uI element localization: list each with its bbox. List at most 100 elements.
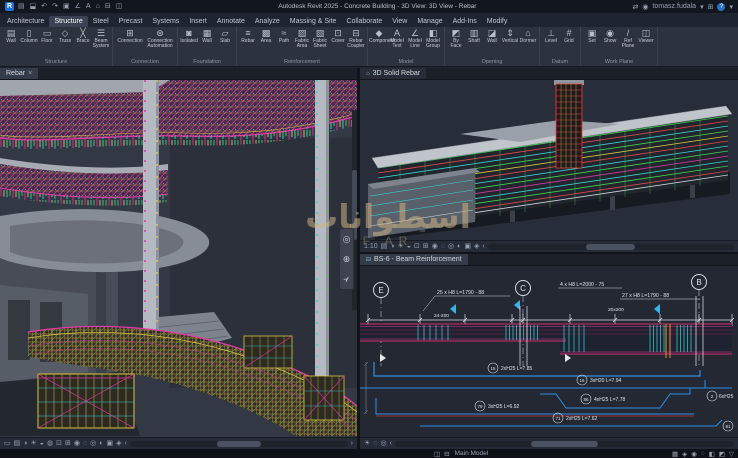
spiral-ramp-model[interactable] bbox=[0, 80, 357, 437]
section-icon[interactable]: ⊟ bbox=[105, 2, 111, 11]
grid-bubble-b[interactable]: B bbox=[696, 278, 701, 287]
analysis-icon[interactable]: ◈ bbox=[474, 243, 479, 251]
filter-icon[interactable]: ▽ bbox=[729, 450, 734, 458]
rendering-icon[interactable]: ◍ bbox=[47, 440, 53, 448]
crop-view-icon[interactable]: ⊡ bbox=[56, 440, 62, 448]
br-canvas[interactable]: E C B 25 x H8 L=1790 - 88 24-200 4 bbox=[360, 266, 738, 437]
close-icon[interactable]: × bbox=[28, 70, 32, 77]
visual-style-icon[interactable]: ◑ bbox=[23, 440, 27, 448]
ribbon-tab[interactable]: Insert bbox=[184, 16, 212, 27]
ribbon-tab[interactable]: Collaborate bbox=[341, 16, 387, 27]
left-canvas[interactable]: ◎ ⊕ ➢ bbox=[0, 80, 357, 437]
ribbon-tool[interactable]: ◙ Isolated bbox=[180, 28, 198, 44]
view-tab-3d-solid-rebar[interactable]: ⌂ 3D Solid Rebar bbox=[360, 68, 426, 79]
dim-label[interactable]: 25 x H8 L=1790 - 88 bbox=[437, 290, 484, 296]
account-name[interactable]: tomasz.fudala bbox=[653, 3, 697, 10]
help-caret-icon[interactable]: ▾ bbox=[729, 3, 733, 11]
pan-arrow-icon[interactable]: ➢ bbox=[340, 272, 353, 285]
zoom-icon[interactable]: ⊕ bbox=[343, 254, 351, 265]
reveal-hidden-icon[interactable]: ◎ bbox=[448, 243, 454, 251]
ribbon-tab[interactable]: Analyze bbox=[250, 16, 285, 27]
analysis-icon[interactable]: ◈ bbox=[116, 440, 121, 448]
ribbon-tab[interactable]: Add-Ins bbox=[448, 16, 482, 27]
ribbon-tool[interactable]: # Grid bbox=[560, 28, 578, 44]
ribbon-tool[interactable]: ◉ Show bbox=[601, 28, 619, 44]
home-view-icon[interactable]: ⌂ bbox=[96, 2, 100, 11]
default-3d-view-icon[interactable]: ◫ bbox=[116, 2, 123, 11]
ribbon-tool[interactable]: ⊞ Connection bbox=[115, 28, 145, 44]
ribbon-tab[interactable]: Steel bbox=[88, 16, 114, 27]
ribbon-tab[interactable]: Massing & Site bbox=[285, 16, 342, 27]
lock-3d-icon[interactable]: ◉ bbox=[432, 243, 438, 251]
ribbon-tool[interactable]: ▧ Fabric Sheet bbox=[311, 28, 329, 49]
reveal-hidden-icon[interactable]: ◎ bbox=[380, 440, 386, 448]
dim-label[interactable]: 27 x H8 L=1790 - 88 bbox=[622, 293, 669, 299]
crop-region-icon[interactable]: ⊞ bbox=[423, 243, 429, 251]
ribbon-tool[interactable]: A Model Text bbox=[388, 28, 406, 49]
sun-path-icon[interactable]: ☀ bbox=[364, 440, 370, 448]
shadows-icon[interactable]: ◒ bbox=[407, 243, 411, 251]
view-tab-rebar[interactable]: Rebar × bbox=[0, 68, 38, 79]
worksharing-icon[interactable]: ◐ bbox=[457, 243, 461, 251]
visual-style-icon[interactable]: ◑ bbox=[390, 243, 394, 251]
drag-on-selection-icon[interactable]: ◩ bbox=[719, 450, 725, 458]
ribbon-tool[interactable]: ⊥ Level bbox=[542, 28, 560, 44]
crop-view-icon[interactable]: ⊡ bbox=[414, 243, 420, 251]
help-icon[interactable]: ? bbox=[717, 3, 725, 11]
select-underlay-icon[interactable]: ◉ bbox=[691, 450, 697, 458]
ribbon-tool[interactable]: ◪ Wall bbox=[483, 28, 501, 44]
ribbon-tool[interactable]: ▱ Slab bbox=[216, 28, 234, 44]
ribbon-tab[interactable]: Precast bbox=[114, 16, 148, 27]
worksharing-icon[interactable]: ◐ bbox=[99, 440, 103, 448]
dim-label[interactable]: 4 x H8 L=2000 - 75 bbox=[560, 282, 604, 288]
ribbon-tool[interactable]: ◩ By Face bbox=[447, 28, 465, 49]
ribbon-tool[interactable]: ▦ Wall bbox=[198, 28, 216, 44]
redo-icon[interactable]: ↷ bbox=[52, 2, 58, 11]
ribbon-tool[interactable]: / Ref Plane bbox=[619, 28, 637, 49]
ribbon-tool[interactable]: ◫ Viewer bbox=[637, 28, 655, 44]
ribbon-tool[interactable]: ◆ Component bbox=[370, 28, 388, 44]
revit-logo-icon[interactable]: R bbox=[5, 2, 14, 11]
ribbon-tab[interactable]: Architecture bbox=[2, 16, 49, 27]
temporary-properties-icon[interactable]: ▣ bbox=[106, 440, 113, 448]
horizontal-scrollbar[interactable] bbox=[488, 244, 734, 250]
building-model[interactable] bbox=[360, 80, 738, 240]
dim-label[interactable]: 24-200 bbox=[434, 313, 449, 319]
ribbon-tool[interactable]: ▩ Area bbox=[257, 28, 275, 44]
temporary-properties-icon[interactable]: ▣ bbox=[464, 243, 471, 251]
select-links-icon[interactable]: ◈ bbox=[682, 450, 687, 458]
steering-wheel-icon[interactable]: ◎ bbox=[343, 234, 351, 245]
ribbon-tool[interactable]: ⌂ Dormer bbox=[519, 28, 537, 44]
dim-label[interactable]: 20x200 bbox=[608, 307, 624, 313]
shadows-icon[interactable]: ◒ bbox=[40, 440, 44, 448]
ribbon-tool[interactable]: ▭ Floor bbox=[38, 28, 56, 44]
horizontal-scrollbar[interactable] bbox=[395, 441, 734, 447]
grid-bubble-e[interactable]: E bbox=[378, 286, 383, 295]
scale-icon[interactable]: ▭ bbox=[4, 440, 11, 448]
ribbon-tab[interactable]: Modify bbox=[482, 16, 513, 27]
ribbon-tool[interactable]: ◇ Truss bbox=[56, 28, 74, 44]
ribbon-tab[interactable]: View bbox=[387, 16, 412, 27]
ribbon-tool[interactable]: ▤ Wall bbox=[2, 28, 20, 44]
view-tab-bs6[interactable]: ⊟ BS-6 - Beam Reinforcement bbox=[360, 254, 468, 265]
avatar-icon[interactable]: ◉ bbox=[642, 3, 648, 11]
print-icon[interactable]: ▣ bbox=[63, 2, 70, 11]
ribbon-tool[interactable]: ⇕ Vertical bbox=[501, 28, 519, 44]
sun-path-icon[interactable]: ☀ bbox=[397, 243, 403, 251]
scroll-right-icon[interactable]: › bbox=[351, 440, 353, 448]
ribbon-tool[interactable]: ▯ Column bbox=[20, 28, 38, 44]
grid-bubble-c[interactable]: C bbox=[520, 284, 526, 293]
temporary-hide-icon[interactable]: ◌ bbox=[83, 440, 87, 448]
select-by-face-icon[interactable]: ◧ bbox=[709, 450, 715, 458]
sync-icon[interactable]: ⇄ bbox=[633, 3, 639, 11]
sun-path-icon[interactable]: ☀ bbox=[30, 440, 36, 448]
ribbon-tool[interactable]: ⊟ Rebar Coupler bbox=[347, 28, 365, 49]
editable-only-icon[interactable]: ▦ bbox=[672, 450, 678, 458]
app-store-icon[interactable]: ⊞ bbox=[708, 3, 714, 11]
select-pinned-icon[interactable]: ◌ bbox=[701, 450, 705, 458]
scroll-left-icon[interactable]: ‹ bbox=[482, 243, 484, 251]
ribbon-tool[interactable]: ≈ Path bbox=[275, 28, 293, 44]
ribbon-tool[interactable]: ▨ Fabric Area bbox=[293, 28, 311, 49]
scroll-left-icon[interactable]: ‹ bbox=[125, 440, 127, 448]
ribbon-tool[interactable]: ╳ Brace bbox=[74, 28, 92, 44]
